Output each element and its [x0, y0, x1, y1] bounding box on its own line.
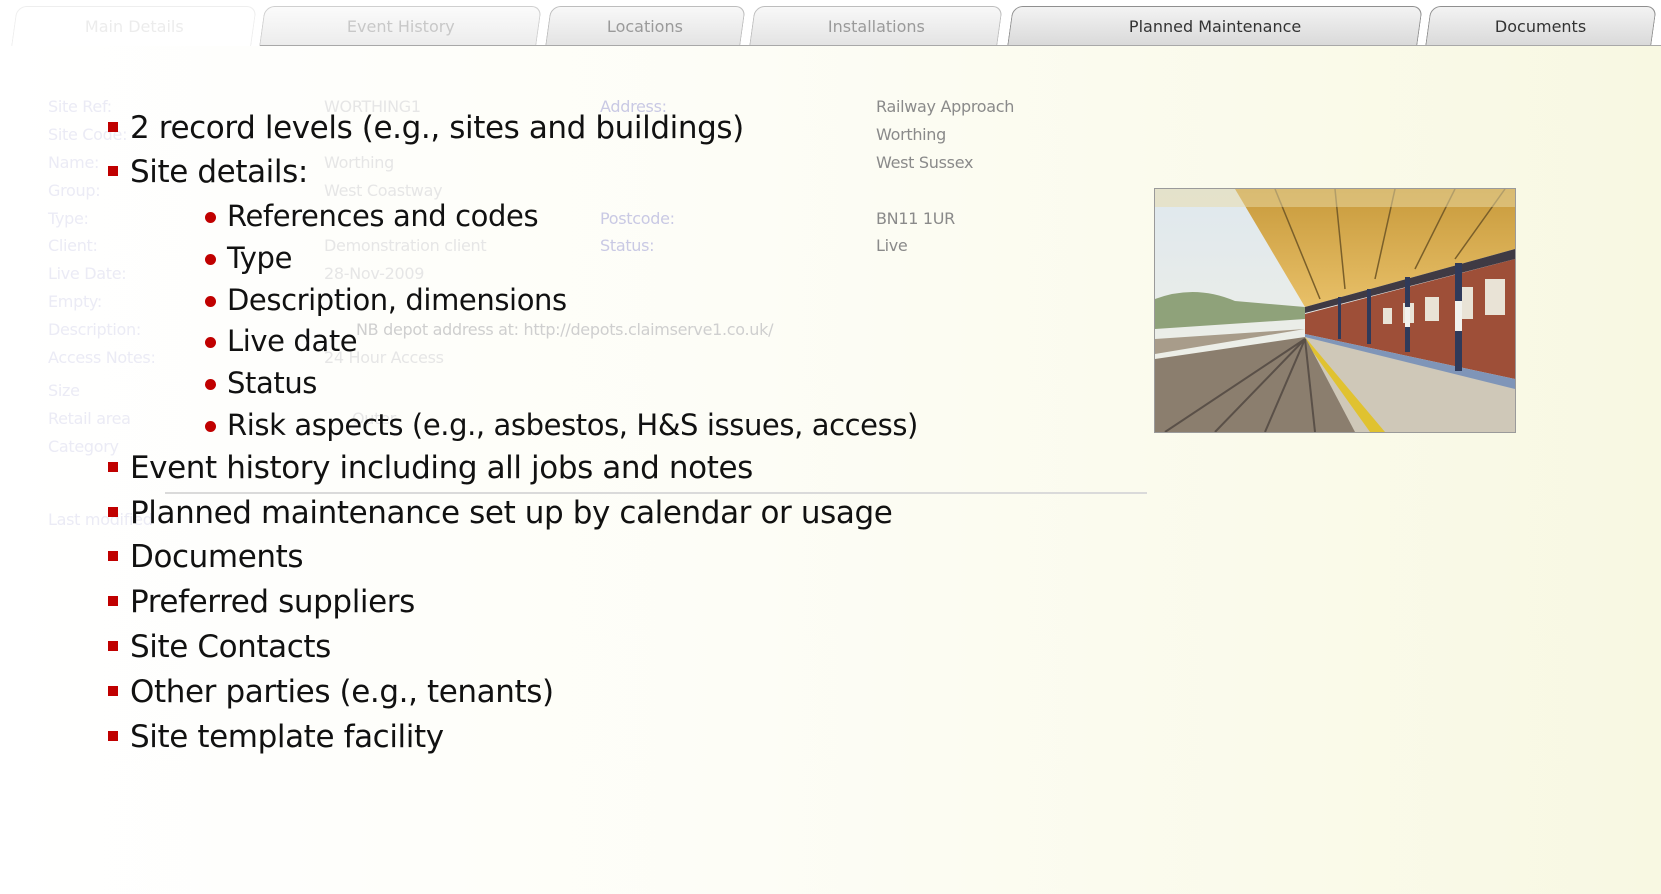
sub-bullet-live-date: Live date	[227, 324, 358, 358]
round-bullet-icon	[205, 254, 216, 265]
square-bullet-icon	[108, 686, 118, 696]
round-bullet-icon	[205, 337, 216, 348]
sub-bullet-type: Type	[227, 241, 293, 275]
sub-bullet-references: References and codes	[227, 199, 539, 233]
round-bullet-icon	[205, 296, 216, 307]
square-bullet-icon	[108, 122, 118, 132]
sub-bullet-status: Status	[227, 366, 318, 400]
square-bullet-icon	[108, 596, 118, 606]
bullet-preferred-suppliers: Preferred suppliers	[130, 584, 415, 620]
square-bullet-icon	[108, 507, 118, 517]
bullet-slide: 2 record levels (e.g., sites and buildin…	[0, 0, 1661, 894]
bullet-event-history: Event history including all jobs and not…	[130, 450, 753, 486]
bullet-site-template: Site template facility	[130, 719, 444, 755]
square-bullet-icon	[108, 641, 118, 651]
square-bullet-icon	[108, 731, 118, 741]
square-bullet-icon	[108, 551, 118, 561]
bullet-other-parties: Other parties (e.g., tenants)	[130, 674, 554, 710]
bullet-site-details: Site details:	[130, 154, 308, 190]
round-bullet-icon	[205, 212, 216, 223]
bullet-planned-maintenance: Planned maintenance set up by calendar o…	[130, 495, 893, 531]
square-bullet-icon	[108, 166, 118, 176]
sub-bullet-description: Description, dimensions	[227, 283, 567, 317]
bullet-record-levels: 2 record levels (e.g., sites and buildin…	[130, 110, 744, 146]
sub-bullet-risk: Risk aspects (e.g., asbestos, H&S issues…	[227, 408, 918, 442]
bullet-documents: Documents	[130, 539, 304, 575]
square-bullet-icon	[108, 462, 118, 472]
round-bullet-icon	[205, 421, 216, 432]
bullet-site-contacts: Site Contacts	[130, 629, 331, 665]
round-bullet-icon	[205, 379, 216, 390]
